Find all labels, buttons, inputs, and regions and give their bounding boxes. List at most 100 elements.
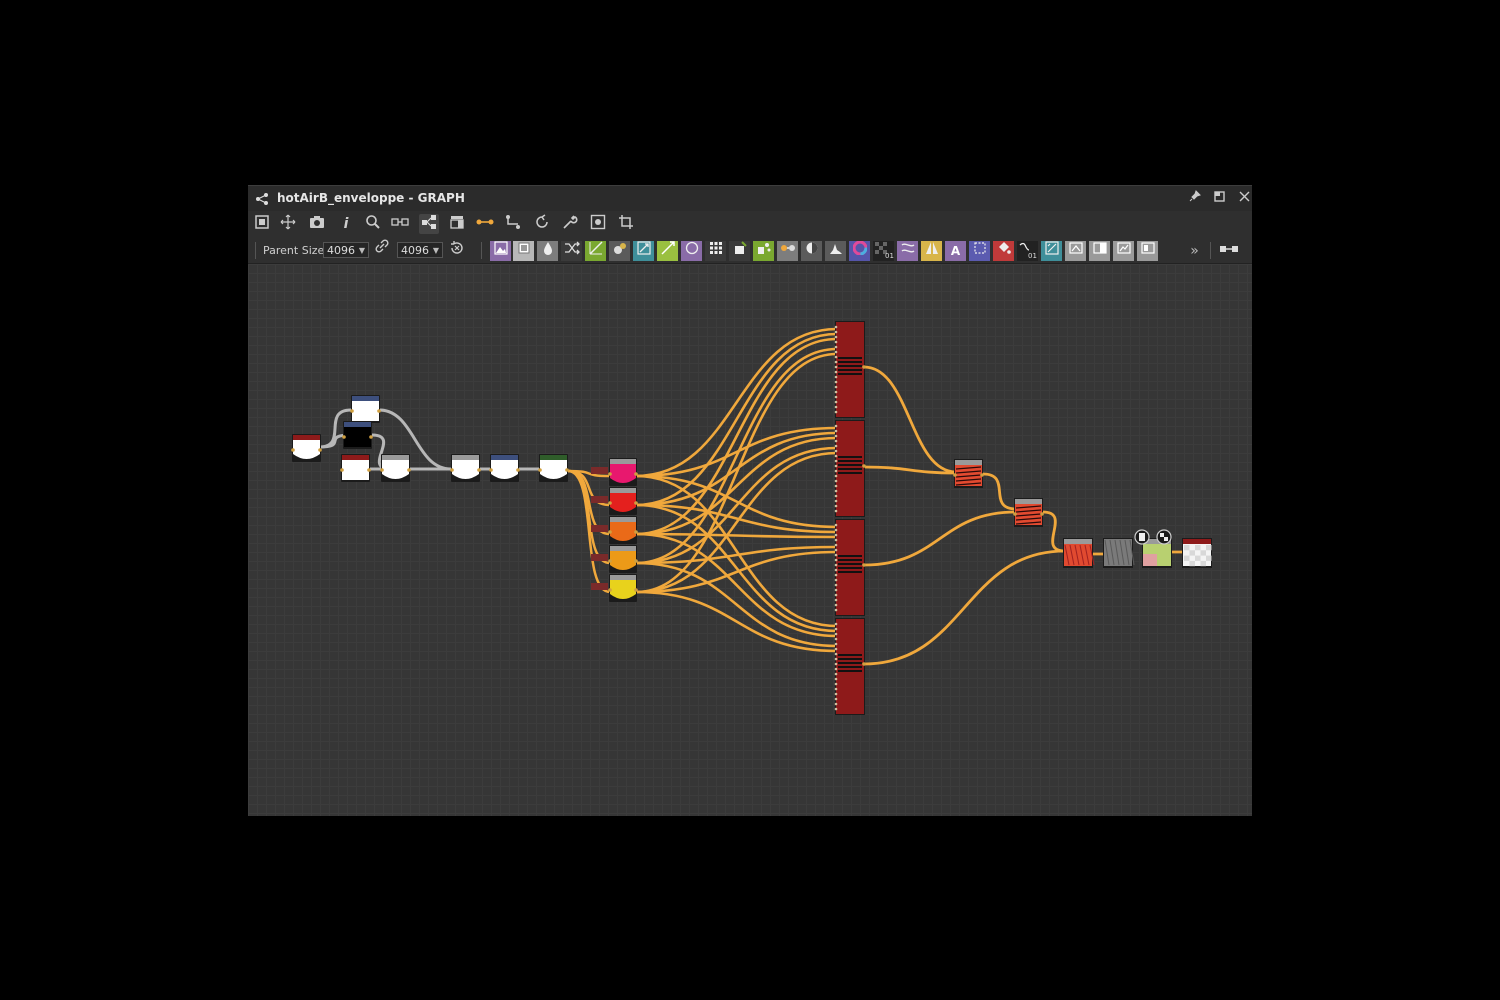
gradient-node-input-port[interactable] (538, 468, 542, 472)
paint-bucket-icon[interactable] (993, 241, 1014, 261)
multi-blend-node-input-port[interactable] (834, 548, 838, 552)
color-fill-node-output-port[interactable] (634, 472, 638, 476)
multi-blend-node-input-port[interactable] (834, 469, 838, 473)
multi-blend-node-input-port[interactable] (834, 355, 838, 359)
color-fill-node-output-port[interactable] (634, 530, 638, 534)
multi-blend-node-input-port[interactable] (834, 350, 838, 354)
multi-blend-node-input-port[interactable] (834, 494, 838, 498)
drop-icon[interactable] (537, 241, 558, 261)
multi-blend-node-input-port[interactable] (834, 538, 838, 542)
multi-blend-node-input-port[interactable] (834, 692, 838, 696)
multi-blend-node-input-port[interactable] (834, 410, 838, 414)
multi-blend-node-output-port[interactable] (862, 365, 866, 369)
multi-blend-node-input-port[interactable] (834, 325, 838, 329)
tile-sampler-icon[interactable] (1041, 241, 1062, 261)
levels-node-input-port[interactable] (380, 468, 384, 472)
node-stack-icon[interactable] (447, 214, 467, 234)
levels-icon[interactable] (1089, 241, 1110, 261)
uniform-node-output-port[interactable] (377, 409, 381, 413)
histogram-icon[interactable] (825, 241, 846, 261)
multi-blend-node-output-port[interactable] (862, 464, 866, 468)
color-fill-node-output-port[interactable] (634, 588, 638, 592)
screenshot-icon[interactable] (307, 214, 327, 234)
multi-blend-node-input-port[interactable] (834, 375, 838, 379)
multi-blend-node-input-port[interactable] (834, 439, 838, 443)
multi-blend-node-input-port[interactable] (834, 454, 838, 458)
multi-blend-node-input-port[interactable] (834, 405, 838, 409)
multi-blend-node-input-port[interactable] (834, 647, 838, 651)
multi-blend-node-input-port[interactable] (834, 702, 838, 706)
gradient-map-icon[interactable] (657, 241, 678, 261)
function-icon[interactable]: 01 (1017, 241, 1038, 261)
more-libraries-button[interactable]: » (1184, 241, 1205, 261)
multi-blend-node-input-port[interactable] (834, 637, 838, 641)
curve-icon[interactable] (585, 241, 606, 261)
blend-icon[interactable] (609, 241, 630, 261)
bitmap-node-input-port[interactable] (340, 468, 344, 472)
output-frame-icon[interactable] (1137, 241, 1158, 261)
multi-blend-node-input-port[interactable] (834, 608, 838, 612)
blend-node-output-port[interactable] (477, 468, 481, 472)
multi-blend-node-input-port[interactable] (834, 424, 838, 428)
multi-blend-node-input-port[interactable] (834, 330, 838, 334)
selection-icon[interactable] (969, 241, 990, 261)
multi-blend-node-input-port[interactable] (834, 434, 838, 438)
multi-blend-node-input-port[interactable] (834, 499, 838, 503)
multi-blend-node-input-port[interactable] (834, 360, 838, 364)
mask-node-output-port[interactable] (369, 435, 373, 439)
reset-icon[interactable] (447, 240, 467, 260)
multi-blend-node-input-port[interactable] (834, 583, 838, 587)
contrast-icon[interactable] (801, 241, 822, 261)
mirror-icon[interactable] (921, 241, 942, 261)
sharpen-icon[interactable] (1113, 241, 1134, 261)
multi-blend-node-input-port[interactable] (834, 474, 838, 478)
multi-blend-node-output-port[interactable] (862, 662, 866, 666)
connector-icon[interactable] (503, 214, 523, 234)
close-icon[interactable] (1235, 190, 1253, 208)
parent-size-height-select[interactable]: 4096 ▼ (397, 242, 443, 258)
shuffle-icon[interactable] (561, 241, 582, 261)
color-fill-node-input-port[interactable] (608, 530, 612, 534)
preview-icon[interactable] (588, 214, 608, 234)
mix-icon[interactable] (777, 241, 798, 261)
multi-blend-node-input-port[interactable] (834, 464, 838, 468)
multi-blend-node-input-port[interactable] (834, 528, 838, 532)
multi-blend-node-input-port[interactable] (834, 682, 838, 686)
stripe-node-a-output-port[interactable] (980, 473, 984, 477)
multi-blend-node-input-port[interactable] (834, 509, 838, 513)
multi-blend-node-input-port[interactable] (834, 335, 838, 339)
text-icon[interactable]: A (945, 241, 966, 261)
pan-icon[interactable] (278, 214, 298, 234)
blur-icon[interactable] (1065, 241, 1086, 261)
multi-blend-node-input-port[interactable] (834, 598, 838, 602)
link-icon[interactable] (475, 214, 495, 234)
stripe-node-b-input-port[interactable] (1013, 512, 1017, 516)
multi-blend-node-input-port[interactable] (834, 479, 838, 483)
stripe-node-b-output-port[interactable] (1040, 512, 1044, 516)
color-fill-node-output-port[interactable] (634, 501, 638, 505)
bitmap-icon[interactable] (490, 241, 511, 261)
multi-blend-node-input-port[interactable] (834, 657, 838, 661)
multi-blend-node-input-port[interactable] (834, 395, 838, 399)
multi-blend-node-output-port[interactable] (862, 563, 866, 567)
color-fill-node-input-port[interactable] (608, 559, 612, 563)
multi-blend-node-input-port[interactable] (834, 687, 838, 691)
multi-blend-node-input-port[interactable] (834, 365, 838, 369)
multi-blend-node-input-port[interactable] (834, 558, 838, 562)
multi-blend-node-input-port[interactable] (834, 429, 838, 433)
mask-node-input-port[interactable] (342, 435, 346, 439)
tools-icon[interactable] (560, 214, 580, 234)
multi-blend-node-input-port[interactable] (834, 523, 838, 527)
multi-blend-node-input-port[interactable] (834, 578, 838, 582)
multi-blend-node-input-port[interactable] (834, 553, 838, 557)
link-icon[interactable] (372, 239, 392, 259)
search-icon[interactable] (363, 214, 383, 234)
graph-layout-icon[interactable] (419, 214, 439, 234)
multi-blend-node-input-port[interactable] (834, 459, 838, 463)
gradient-node-output-port[interactable] (565, 468, 569, 472)
multi-blend-node-input-port[interactable] (834, 444, 838, 448)
multi-blend-node-input-port[interactable] (834, 627, 838, 631)
multi-blend-node-input-port[interactable] (834, 603, 838, 607)
multi-blend-node-input-port[interactable] (834, 449, 838, 453)
refresh-icon[interactable] (532, 214, 552, 234)
